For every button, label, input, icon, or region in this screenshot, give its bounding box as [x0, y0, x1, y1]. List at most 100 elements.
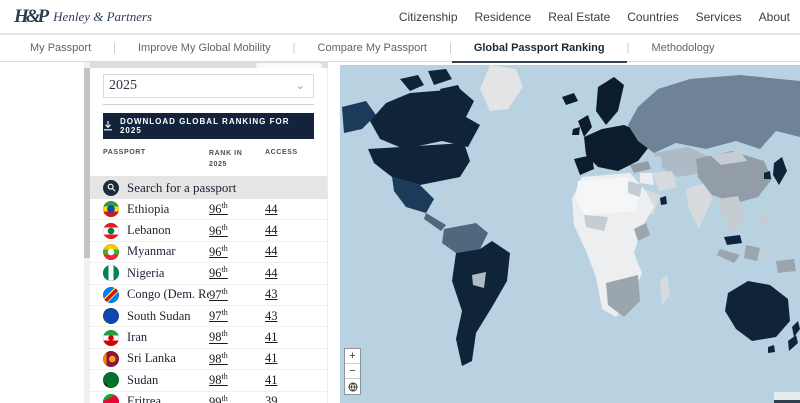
table-row[interactable]: Sri Lanka 98th 41 [90, 349, 327, 370]
world-map-svg [340, 65, 800, 403]
table-row[interactable]: Nigeria 96th 44 [90, 263, 327, 284]
country-flag-icon [103, 351, 119, 367]
country-flag-icon [103, 287, 119, 303]
passport-cell: Ethiopia [103, 201, 209, 217]
top-nav-item[interactable]: Countries [627, 10, 678, 24]
table-row[interactable]: Myanmar 96th 44 [90, 242, 327, 263]
col-header-passport: PASSPORT [103, 149, 209, 156]
passport-cell: Iran [103, 330, 209, 346]
access-link[interactable]: 41 [265, 373, 317, 388]
year-select-value: 2025 [109, 78, 137, 94]
access-link[interactable]: 44 [265, 266, 317, 281]
subnav-item: Improve My Global Mobility | [116, 42, 296, 54]
country-name: Ethiopia [127, 202, 169, 217]
zoom-in-button[interactable]: + [345, 349, 360, 364]
rank-link[interactable]: 97th [209, 308, 265, 324]
rank-link[interactable]: 96th [209, 244, 265, 260]
chevron-down-icon: ⌄ [296, 81, 305, 92]
subnav-item-label[interactable]: Compare My Passport [296, 42, 449, 54]
rank-link[interactable]: 98th [209, 351, 265, 367]
access-link[interactable]: 41 [265, 351, 317, 366]
rank-link[interactable]: 99th [209, 394, 265, 403]
rank-link[interactable]: 96th [209, 201, 265, 217]
top-nav-item[interactable]: Citizenship [399, 10, 458, 24]
country-flag-icon [103, 265, 119, 281]
table-row[interactable]: South Sudan 97th 43 [90, 306, 327, 327]
logo-monogram-icon: H&P [14, 6, 46, 28]
access-link[interactable]: 41 [265, 330, 317, 345]
table-header-row: PASSPORT RANK IN 2025 ACCESS [90, 139, 327, 176]
rank-link[interactable]: 97th [209, 287, 265, 303]
zoom-out-button[interactable]: − [345, 364, 360, 379]
table-row[interactable]: Sudan 98th 41 [90, 370, 327, 391]
subnav-item: Methodology | [629, 42, 736, 54]
table-row[interactable]: Ethiopia 96th 44 [90, 199, 327, 220]
access-link[interactable]: 43 [265, 287, 317, 302]
passport-cell: Sudan [103, 372, 209, 388]
col-header-access: ACCESS [265, 149, 317, 156]
passport-cell: Eritrea [103, 394, 209, 403]
passport-table: Ethiopia 96th 44 Lebanon 96th 44 Myanmar [90, 199, 327, 403]
search-input[interactable] [127, 180, 297, 196]
top-nav-item[interactable]: About [759, 10, 790, 24]
access-link[interactable]: 44 [265, 223, 317, 238]
country-name: Myanmar [127, 244, 176, 259]
country-flag-icon [103, 244, 119, 260]
country-name: Nigeria [127, 266, 164, 281]
henley-partners-logo[interactable]: H&P Henley & Partners [14, 6, 152, 28]
globe-reset-button[interactable] [345, 379, 360, 394]
rank-link[interactable]: 98th [209, 329, 265, 345]
subnav-item-label[interactable]: Global Passport Ranking [452, 42, 627, 63]
download-ranking-button[interactable]: DOWNLOAD GLOBAL RANKING FOR 2025 [103, 113, 314, 139]
ranking-panel: 2025 ⌄ DOWNLOAD GLOBAL RANKING FOR 2025 … [90, 68, 328, 403]
passport-cell: South Sudan [103, 308, 209, 324]
country-flag-icon [103, 372, 119, 388]
top-nav-item[interactable]: Services [696, 10, 742, 24]
rank-link[interactable]: 96th [209, 223, 265, 239]
map-zoom-controls: + − [344, 348, 361, 395]
country-flag-icon [103, 223, 119, 239]
access-link[interactable]: 43 [265, 309, 317, 324]
search-icon [103, 180, 119, 196]
country-flag-icon [103, 201, 119, 217]
subnav-item-label[interactable]: My Passport [8, 42, 113, 54]
download-button-label: DOWNLOAD GLOBAL RANKING FOR 2025 [120, 117, 314, 135]
access-link[interactable]: 39 [265, 394, 317, 403]
table-row[interactable]: Congo (Dem. Rep.) 97th 43 [90, 285, 327, 306]
table-row[interactable]: Lebanon 96th 44 [90, 220, 327, 241]
logo-wordmark: Henley & Partners [53, 9, 152, 25]
table-row[interactable]: Iran 98th 41 [90, 327, 327, 348]
passport-search-bar[interactable] [90, 176, 327, 199]
country-flag-icon [103, 330, 119, 346]
country-name: South Sudan [127, 309, 191, 324]
country-name: Iran [127, 330, 147, 345]
rank-link[interactable]: 98th [209, 372, 265, 388]
top-navigation: Citizenship Residence Real Estate Countr… [399, 10, 790, 24]
site-header: H&P Henley & Partners Citizenship Reside… [0, 0, 800, 33]
passport-index-subnav: My Passport | Improve My Global Mobility… [0, 33, 800, 62]
top-nav-item[interactable]: Residence [475, 10, 532, 24]
country-flag-icon [103, 308, 119, 324]
country-name: Sri Lanka [127, 351, 176, 366]
year-select[interactable]: 2025 ⌄ [103, 74, 314, 98]
passport-cell: Sri Lanka [103, 351, 209, 367]
globe-icon [348, 382, 358, 392]
subnav-item: Global Passport Ranking | [452, 42, 630, 54]
access-link[interactable]: 44 [265, 244, 317, 259]
subnav-item: Compare My Passport | [296, 42, 452, 54]
passport-cell: Congo (Dem. Rep.) [103, 287, 209, 303]
map-corner-fragment [774, 392, 800, 403]
subnav-item: My Passport | [8, 42, 116, 54]
country-name: Eritrea [127, 394, 161, 403]
access-link[interactable]: 44 [265, 202, 317, 217]
passport-cell: Myanmar [103, 244, 209, 260]
download-icon [103, 121, 113, 131]
country-name: Sudan [127, 373, 158, 388]
table-row[interactable]: Eritrea 99th 39 [90, 392, 327, 403]
passport-cell: Nigeria [103, 265, 209, 281]
rank-link[interactable]: 96th [209, 265, 265, 281]
subnav-item-label[interactable]: Methodology [629, 42, 736, 54]
top-nav-item[interactable]: Real Estate [548, 10, 610, 24]
subnav-item-label[interactable]: Improve My Global Mobility [116, 42, 293, 54]
world-map[interactable]: + − [340, 65, 800, 403]
